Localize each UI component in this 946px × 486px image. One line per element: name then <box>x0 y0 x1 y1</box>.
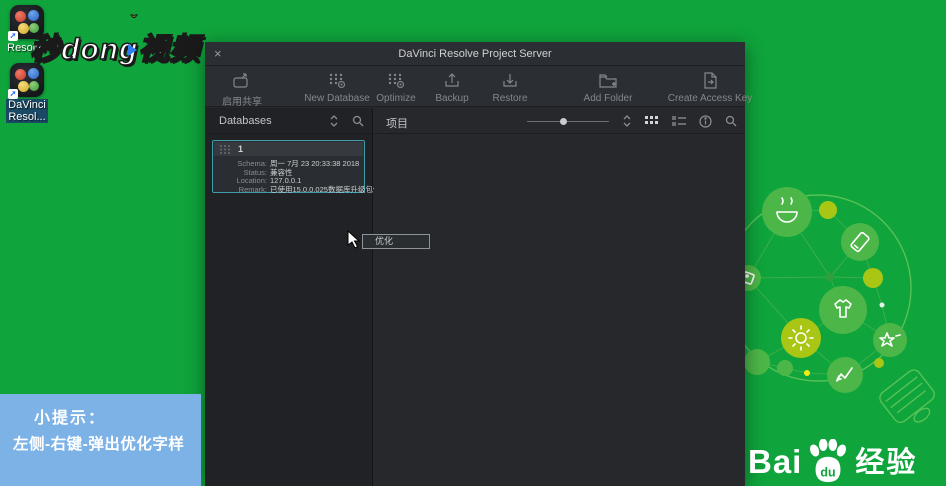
projects-panel-title: 项目 <box>386 118 408 130</box>
grid-view-icon[interactable] <box>645 115 659 127</box>
desktop-icon-davinci-resolve[interactable]: ➚ <box>8 63 44 99</box>
resolve-logo-green-ball <box>29 81 39 91</box>
shortcut-arrow-icon: ➚ <box>8 31 18 41</box>
sort-icon[interactable] <box>329 115 339 127</box>
baidu-paw-du-text: du <box>821 465 836 479</box>
tip-instruction: 左侧-右键-弹出优化字样 <box>13 436 185 453</box>
share-icon <box>233 73 248 88</box>
tip-title: 小提示： <box>34 410 107 427</box>
databases-panel: Databases 1 Schema: 周一 7月 23 20:33:38 20… <box>205 108 388 486</box>
tip-box: 小提示： 左侧-右键-弹出优化字样 <box>0 394 201 486</box>
sort-icon[interactable] <box>622 115 632 127</box>
restore-icon <box>503 74 517 87</box>
shortcut-arrow-icon: ➚ <box>8 89 18 99</box>
desktop-icon-davinci-label[interactable]: DaVinci Resol... <box>0 99 54 123</box>
mouse-cursor <box>347 230 361 249</box>
database-card-header[interactable]: 1 <box>214 142 363 156</box>
baidu-logo-text: Bai <box>748 443 803 480</box>
watermark-play-icon <box>128 44 137 56</box>
search-icon[interactable] <box>352 115 364 127</box>
database-details: Schema: 周一 7月 23 20:33:38 2018 Status: 兼… <box>215 159 388 194</box>
watermark-tick-accent: ˇ <box>131 12 138 32</box>
restore-button[interactable]: Restore <box>455 71 565 104</box>
davinci-project-server-window: × DaVinci Resolve Project Server 启用共享 Ne… <box>205 42 752 486</box>
database-grid-icon <box>220 145 230 154</box>
add-folder-button[interactable]: Add Folder <box>553 71 663 104</box>
window-titlebar[interactable]: × DaVinci Resolve Project Server <box>205 42 745 66</box>
miaodong-video-watermark: 秒dong视频 <box>29 32 201 67</box>
thumbnail-size-slider[interactable] <box>527 116 609 126</box>
access-key-icon <box>704 72 717 89</box>
databases-panel-title: Databases <box>219 115 272 127</box>
database-remark-row: Remark: 已使用15.0.0.025数据库升级包修补 <box>238 184 388 194</box>
resolve-logo-yellow-ball <box>18 23 29 34</box>
baidu-jingyan-text: 经验 <box>855 447 918 479</box>
optimize-tooltip: 优化 <box>362 234 430 249</box>
baidu-jingyan-logo: Bai du 经验 <box>748 436 918 483</box>
resolve-logo-red-ball <box>15 69 26 80</box>
toolbar: 启用共享 New Database Optimize Backup Restor… <box>205 66 752 108</box>
resolve-logo-red-ball <box>15 11 26 22</box>
add-folder-icon <box>599 74 617 88</box>
databases-panel-header: Databases <box>205 108 372 134</box>
desktop-background: ➚ Resolve ➚ DaVinci Resol... 秒dong视频 ˇ ×… <box>0 0 946 486</box>
projects-panel: 项目 <box>374 108 745 486</box>
enable-sharing-button[interactable]: 启用共享 <box>187 71 297 108</box>
window-body: Databases 1 Schema: 周一 7月 23 20:33:38 20… <box>205 108 745 486</box>
search-icon[interactable] <box>725 115 737 127</box>
projects-panel-header: 项目 <box>374 108 745 134</box>
create-access-key-button[interactable]: Create Access Key <box>655 71 765 104</box>
resolve-logo-yellow-ball <box>18 81 29 92</box>
resolve-logo-blue-ball <box>28 68 39 79</box>
list-view-icon[interactable] <box>672 115 686 127</box>
database-name: 1 <box>238 144 244 154</box>
baidu-paw-icon: du <box>810 439 847 483</box>
info-icon[interactable] <box>699 114 712 128</box>
slider-thumb[interactable] <box>560 117 567 125</box>
resolve-logo-blue-ball <box>28 10 39 21</box>
database-card[interactable]: 1 Schema: 周一 7月 23 20:33:38 2018 Status:… <box>212 140 388 194</box>
window-title: DaVinci Resolve Project Server <box>398 48 552 60</box>
